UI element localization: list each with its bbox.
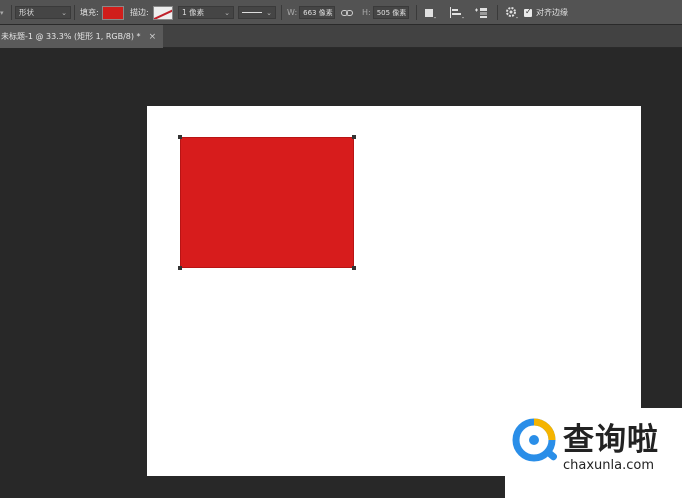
- stroke-color-swatch[interactable]: [153, 5, 173, 20]
- tool-preset-picker[interactable]: ▾: [0, 0, 4, 25]
- arrange-layers-icon: [475, 7, 487, 18]
- watermark-chinese-text: 查询啦: [563, 422, 659, 458]
- check-icon: ✓: [525, 6, 532, 16]
- stroke-type-dropdown[interactable]: ⌄: [238, 6, 276, 19]
- chevron-down-icon: ⌄: [61, 9, 67, 17]
- link-icon: [341, 9, 353, 16]
- document-tab-title: 未标题-1 @ 33.3% (矩形 1, RGB/8) *: [1, 32, 141, 41]
- height-value: 505 像素: [376, 8, 407, 17]
- align-left-icon: [450, 6, 464, 18]
- path-operations-icon: [425, 8, 436, 18]
- divider: [281, 5, 282, 20]
- path-arrangement-button[interactable]: [474, 0, 490, 25]
- align-edges-checkbox[interactable]: ✓: [524, 6, 532, 17]
- link-dimensions-button[interactable]: [341, 0, 353, 25]
- divider: [11, 5, 12, 20]
- watermark: 查询啦 chaxunla.com: [505, 408, 682, 498]
- stroke-width-value: 1 像素: [182, 8, 205, 17]
- stroke-label: 描边:: [130, 8, 149, 17]
- height-label: H:: [362, 8, 371, 17]
- transform-handle-bottom-right[interactable]: [352, 266, 356, 270]
- transform-handle-top-left[interactable]: [178, 135, 182, 139]
- width-field[interactable]: 663 像素: [299, 6, 336, 19]
- watermark-url-text: chaxunla.com: [563, 458, 654, 473]
- document-tab-bar: 未标题-1 @ 33.3% (矩形 1, RGB/8) * ×: [0, 25, 682, 48]
- width-value: 663 像素: [303, 8, 333, 17]
- options-bar: ▾ 形状 ⌄ 填充: 描边: 1 像素 ⌄ ⌄ W: 663 像素 H: 505…: [0, 0, 682, 25]
- search-logo-icon: [512, 418, 558, 462]
- shape-mode-dropdown[interactable]: 形状 ⌄: [15, 6, 71, 19]
- fill-label: 填充:: [80, 8, 99, 17]
- shape-mode-value: 形状: [19, 8, 34, 17]
- stroke-width-field[interactable]: 1 像素 ⌄: [178, 6, 234, 19]
- stroke-line-preview: [242, 12, 262, 13]
- align-edges-toggle[interactable]: ✓ 对齐边缘: [524, 0, 568, 25]
- chevron-down-icon: ⌄: [224, 9, 230, 17]
- settings-button[interactable]: [504, 0, 520, 25]
- gear-icon: [506, 6, 518, 18]
- chevron-down-icon: ⌄: [266, 9, 272, 17]
- red-rectangle-shape[interactable]: [180, 137, 354, 268]
- path-alignment-button[interactable]: [449, 0, 465, 25]
- divider: [416, 5, 417, 20]
- document-tab[interactable]: 未标题-1 @ 33.3% (矩形 1, RGB/8) * ×: [0, 25, 163, 48]
- divider: [74, 5, 75, 20]
- fill-color-swatch[interactable]: [102, 5, 124, 20]
- path-operations-button[interactable]: [423, 0, 437, 25]
- height-field[interactable]: 505 像素: [372, 6, 409, 19]
- transform-handle-top-right[interactable]: [352, 135, 356, 139]
- close-icon[interactable]: ×: [149, 32, 157, 42]
- width-label: W:: [287, 8, 298, 17]
- transform-handle-bottom-left[interactable]: [178, 266, 182, 270]
- align-edges-label: 对齐边缘: [536, 8, 568, 17]
- divider: [497, 5, 498, 20]
